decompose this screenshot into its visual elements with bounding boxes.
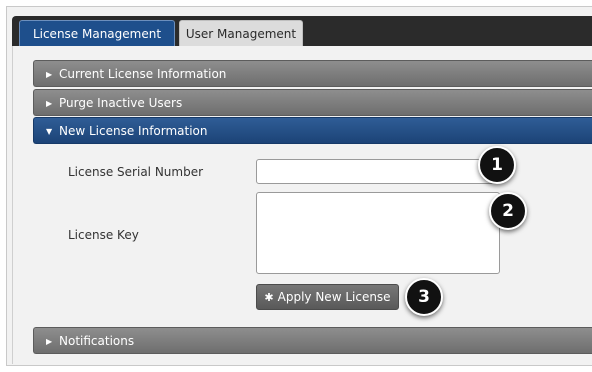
section-label: Notifications xyxy=(59,334,135,348)
section-label: New License Information xyxy=(59,124,208,138)
section-purge-inactive-users[interactable]: ▶ Purge Inactive Users xyxy=(33,89,592,116)
tab-license-management[interactable]: License Management xyxy=(19,20,175,46)
caret-down-icon: ▼ xyxy=(46,127,53,136)
caret-right-icon: ▶ xyxy=(46,337,53,346)
apply-new-license-button[interactable]: ✱ Apply New License xyxy=(256,284,399,310)
serial-number-label: License Serial Number xyxy=(68,165,204,179)
tab-bar: License Management User Management xyxy=(12,16,592,46)
license-key-label: License Key xyxy=(68,228,139,242)
callout-badge-3: 3 xyxy=(405,278,443,316)
section-current-license-information[interactable]: ▶ Current License Information xyxy=(33,60,592,87)
gear-icon: ✱ xyxy=(264,291,274,304)
section-new-license-information[interactable]: ▼ New License Information xyxy=(33,117,592,144)
tab-user-management[interactable]: User Management xyxy=(179,20,303,46)
caret-right-icon: ▶ xyxy=(46,99,53,108)
serial-number-input[interactable] xyxy=(256,159,500,184)
caret-right-icon: ▶ xyxy=(46,70,53,79)
section-label: Purge Inactive Users xyxy=(59,96,183,110)
apply-button-label: Apply New License xyxy=(277,290,391,304)
section-label: Current License Information xyxy=(59,67,227,81)
section-notifications[interactable]: ▶ Notifications xyxy=(33,327,592,354)
callout-badge-2: 2 xyxy=(489,192,527,230)
license-key-textarea[interactable] xyxy=(256,192,500,274)
callout-badge-1: 1 xyxy=(478,146,516,184)
